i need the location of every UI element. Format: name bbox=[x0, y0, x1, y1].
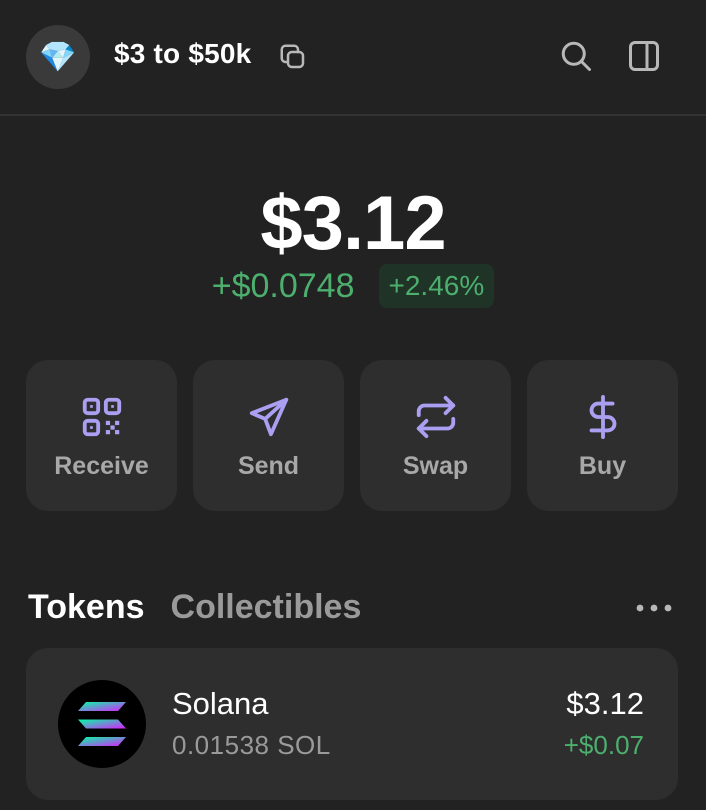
buy-button[interactable]: Buy bbox=[527, 360, 678, 511]
receive-label: Receive bbox=[54, 452, 149, 480]
gem-icon: 💎 bbox=[39, 40, 77, 74]
send-icon bbox=[249, 397, 288, 437]
token-name: Solana bbox=[172, 686, 269, 721]
swap-label: Swap bbox=[402, 452, 469, 480]
send-button[interactable]: Send bbox=[193, 360, 344, 511]
token-value: $3.12 bbox=[566, 686, 644, 721]
change-amount: +$0.0748 bbox=[211, 266, 355, 305]
more-options-icon[interactable] bbox=[634, 598, 674, 618]
quick-actions: Receive Send Swap Buy bbox=[26, 360, 678, 511]
token-change: +$0.07 bbox=[563, 730, 644, 760]
total-balance: $3.12 bbox=[260, 181, 446, 266]
tab-tokens[interactable]: Tokens bbox=[28, 588, 145, 627]
sidebar-toggle-icon[interactable] bbox=[626, 38, 662, 74]
search-icon[interactable] bbox=[558, 38, 594, 74]
account-avatar[interactable]: 💎 bbox=[26, 25, 90, 89]
qr-code-icon bbox=[82, 397, 121, 437]
send-label: Send bbox=[237, 452, 300, 480]
token-row[interactable]: Solana 0.01538 SOL $3.12 +$0.07 bbox=[26, 648, 678, 800]
buy-label: Buy bbox=[578, 452, 627, 480]
account-name[interactable]: $3 to $50k bbox=[114, 38, 251, 70]
swap-icon bbox=[416, 395, 455, 439]
solana-logo-icon bbox=[58, 680, 146, 768]
top-bar: 💎 $3 to $50k bbox=[0, 0, 706, 116]
token-amount: 0.01538 SOL bbox=[172, 730, 331, 760]
balance-change: +$0.0748 +2.46% bbox=[0, 264, 706, 308]
swap-button[interactable]: Swap bbox=[360, 360, 511, 511]
change-percent-badge: +2.46% bbox=[378, 264, 495, 308]
receive-button[interactable]: Receive bbox=[26, 360, 177, 511]
tab-collectibles[interactable]: Collectibles bbox=[171, 588, 362, 627]
copy-icon[interactable] bbox=[278, 42, 308, 72]
asset-tabs: Tokens Collectibles bbox=[28, 588, 361, 627]
dollar-icon bbox=[589, 394, 616, 440]
